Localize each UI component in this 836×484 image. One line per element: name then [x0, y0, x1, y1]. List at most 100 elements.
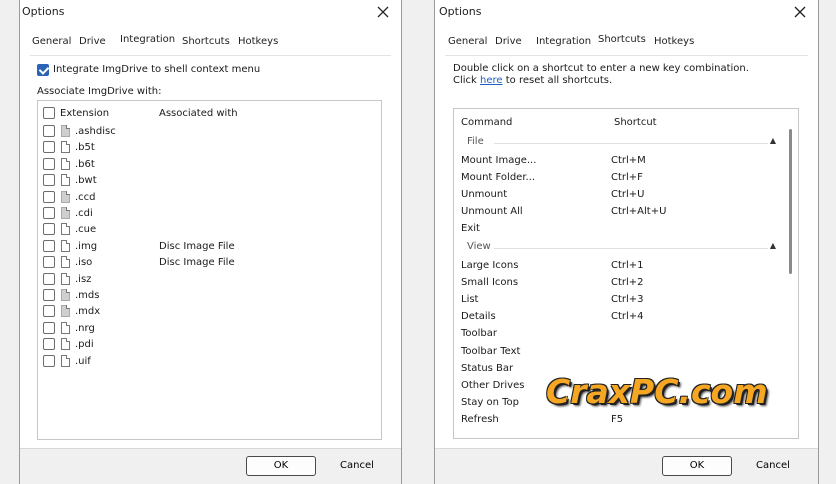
- extension-row[interactable]: .bwt: [38, 172, 381, 188]
- column-associated-with[interactable]: Associated with: [159, 108, 238, 119]
- extension-checkbox[interactable]: [43, 256, 55, 269]
- shortcut-row[interactable]: Details Ctrl+4: [454, 309, 798, 325]
- extension-row[interactable]: .pdi: [38, 336, 381, 352]
- shortcut-row[interactable]: Mount Folder... Ctrl+F: [454, 170, 798, 186]
- tab-hotkeys[interactable]: Hotkeys: [654, 36, 694, 47]
- reset-shortcuts-link[interactable]: here: [480, 75, 503, 86]
- extension-row[interactable]: .b5t: [38, 139, 381, 155]
- group-divider: [494, 248, 768, 250]
- command-name: Stay on Top: [461, 396, 520, 408]
- shortcut-row[interactable]: Exit: [454, 221, 798, 237]
- column-shortcut[interactable]: Shortcut: [614, 117, 657, 128]
- tab-shortcuts[interactable]: Shortcuts: [182, 36, 230, 47]
- shortcut-row[interactable]: Refresh F5: [454, 412, 798, 428]
- collapse-chevron-icon[interactable]: ▲: [770, 241, 776, 250]
- shortcut-row[interactable]: Large Icons Ctrl+1: [454, 258, 798, 274]
- ok-button[interactable]: OK: [662, 456, 732, 476]
- tab-integration[interactable]: Integration: [120, 34, 175, 45]
- extension-name: .bwt: [75, 175, 97, 187]
- ok-button[interactable]: OK: [246, 456, 316, 476]
- file-icon: [61, 207, 70, 219]
- group-title: File: [467, 136, 484, 147]
- command-name: Status Bar: [461, 362, 514, 374]
- associated-with-value: Disc Image File: [159, 240, 235, 252]
- extension-name: .cue: [75, 224, 97, 236]
- extension-checkbox[interactable]: [43, 289, 55, 301]
- extension-name: .b6t: [75, 158, 95, 170]
- integrate-shell-checkbox[interactable]: [37, 64, 49, 76]
- file-icon: [61, 141, 70, 154]
- extension-checkbox[interactable]: [43, 174, 55, 187]
- extension-checkbox[interactable]: [43, 157, 55, 170]
- tab-divider: [445, 55, 808, 56]
- close-icon: [794, 6, 806, 18]
- shortcut-row[interactable]: Toolbar: [454, 326, 798, 342]
- collapse-chevron-icon[interactable]: ▲: [770, 136, 776, 145]
- shortcut-value: Ctrl+F: [611, 171, 643, 183]
- extension-checkbox[interactable]: [43, 354, 55, 367]
- column-extension[interactable]: Extension: [60, 108, 109, 119]
- column-command[interactable]: Command: [461, 117, 512, 128]
- shortcut-row[interactable]: Unmount Ctrl+U: [454, 187, 798, 203]
- extension-checkbox[interactable]: [43, 338, 55, 351]
- extension-checkbox[interactable]: [43, 305, 55, 318]
- cancel-button[interactable]: Cancel: [332, 456, 382, 476]
- tab-drive[interactable]: Drive: [79, 36, 106, 47]
- shortcut-row[interactable]: Mount Image... Ctrl+M: [454, 153, 798, 169]
- shortcut-row[interactable]: Small Icons Ctrl+2: [454, 275, 798, 291]
- options-window-shortcuts: Options General Drive Integration Shortc…: [434, 0, 819, 484]
- extension-name: .isz: [75, 273, 92, 285]
- extension-row[interactable]: .ashdisc: [38, 123, 381, 139]
- cancel-button[interactable]: Cancel: [748, 456, 798, 476]
- file-icon: [61, 223, 70, 236]
- extension-row[interactable]: .mdx: [38, 303, 381, 319]
- extension-row[interactable]: .mds: [38, 287, 381, 303]
- extension-checkbox[interactable]: [43, 321, 55, 334]
- file-icon: [61, 125, 70, 137]
- extension-checkbox[interactable]: [43, 190, 55, 203]
- group-header-view[interactable]: View ▲: [454, 240, 798, 256]
- extension-checkbox[interactable]: [43, 125, 55, 137]
- extension-row[interactable]: .cue: [38, 221, 381, 237]
- extension-name: .mdx: [75, 306, 101, 318]
- tab-general[interactable]: General: [32, 36, 71, 47]
- shortcut-row[interactable]: List Ctrl+3: [454, 292, 798, 308]
- extension-checkbox[interactable]: [43, 239, 55, 252]
- extension-row[interactable]: .ccd: [38, 189, 381, 205]
- extension-checkbox[interactable]: [43, 207, 55, 219]
- close-icon: [377, 6, 389, 18]
- watermark: CraxPC.com: [546, 372, 768, 411]
- shortcut-row[interactable]: Toolbar Text: [454, 344, 798, 360]
- select-all-checkbox[interactable]: [43, 107, 55, 119]
- shortcut-row[interactable]: Unmount All Ctrl+Alt+U: [454, 204, 798, 220]
- extension-name: .mds: [75, 290, 100, 301]
- extension-row[interactable]: .b6t: [38, 156, 381, 172]
- command-name: Refresh: [461, 414, 499, 426]
- extension-checkbox[interactable]: [43, 223, 55, 236]
- extension-checkbox[interactable]: [43, 272, 55, 285]
- command-name: Toolbar: [461, 328, 498, 340]
- tab-integration[interactable]: Integration: [536, 36, 591, 47]
- extension-row[interactable]: .cdi: [38, 205, 381, 221]
- group-header-file[interactable]: File ▲: [454, 135, 798, 151]
- close-button[interactable]: [790, 2, 810, 22]
- extension-row[interactable]: .nrg: [38, 320, 381, 336]
- extension-row[interactable]: .isz: [38, 271, 381, 287]
- extension-row[interactable]: .iso Disc Image File: [38, 254, 381, 270]
- extension-name: .cdi: [75, 208, 93, 219]
- window-title: Options: [22, 5, 65, 18]
- file-icon: [61, 174, 70, 187]
- extension-checkbox[interactable]: [43, 141, 55, 154]
- command-name: Unmount: [461, 188, 508, 200]
- extension-list[interactable]: Extension Associated with .ashdisc .b5t .b…: [37, 100, 382, 440]
- close-button[interactable]: [373, 2, 393, 22]
- extension-row[interactable]: .uif: [38, 353, 381, 369]
- tab-drive[interactable]: Drive: [495, 36, 522, 47]
- tab-shortcuts[interactable]: Shortcuts: [598, 34, 646, 45]
- tab-hotkeys[interactable]: Hotkeys: [238, 36, 278, 47]
- window-title: Options: [439, 5, 482, 18]
- extension-row[interactable]: .img Disc Image File: [38, 238, 381, 254]
- tab-general[interactable]: General: [448, 36, 487, 47]
- file-icon: [61, 305, 70, 318]
- file-icon: [61, 157, 70, 170]
